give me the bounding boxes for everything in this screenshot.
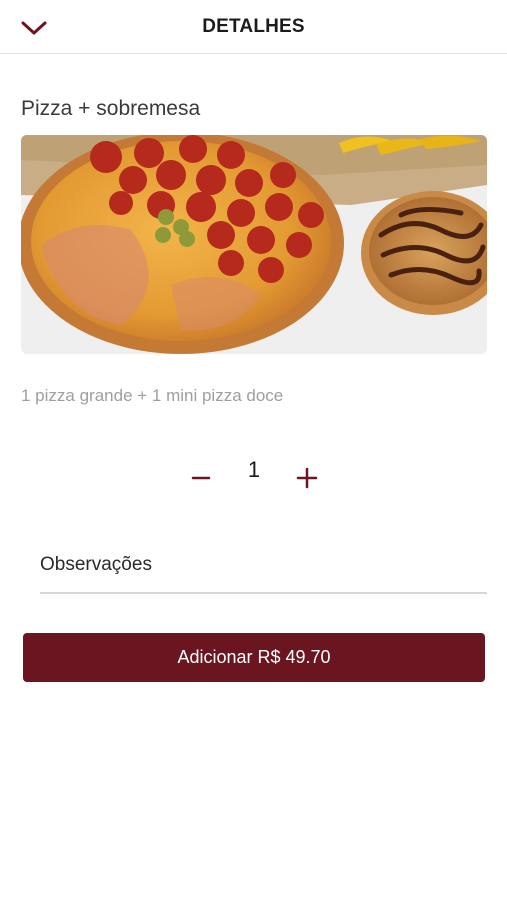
product-description: 1 pizza grande + 1 mini pizza doce [21, 386, 284, 405]
observations-label: Observações [40, 554, 152, 575]
product-image [21, 135, 487, 354]
add-button-label: Adicionar R$ 49.70 [177, 647, 331, 667]
minus-icon [191, 476, 211, 480]
decrease-quantity-button[interactable] [186, 460, 216, 496]
header-bar: DETALHES [0, 0, 507, 54]
quantity-value: 1 [247, 457, 261, 482]
increase-quantity-button[interactable] [292, 460, 322, 496]
add-to-cart-button[interactable]: Adicionar R$ 49.70 [23, 633, 485, 682]
product-title: Pizza + sobremesa [21, 97, 201, 120]
plus-icon [296, 467, 318, 489]
observations-field[interactable]: Observações [40, 548, 487, 594]
page-title: DETALHES [202, 16, 305, 37]
pizza-photo [21, 135, 487, 354]
